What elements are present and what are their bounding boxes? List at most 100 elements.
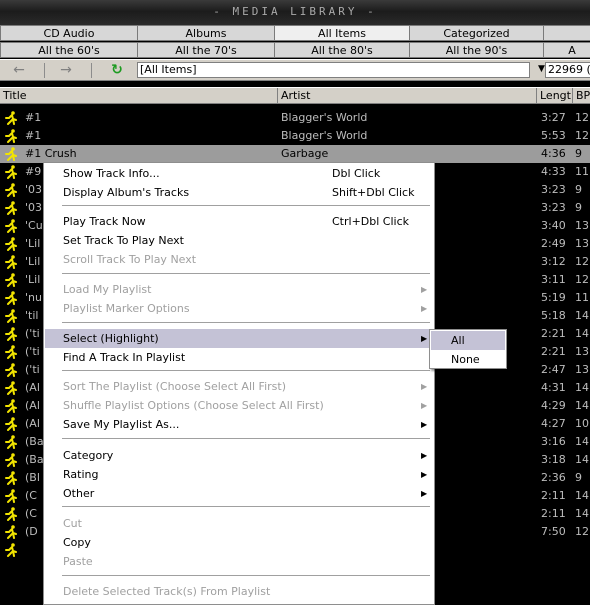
running-man-icon: [4, 489, 18, 503]
menu-item-find-a-track-in-playlist[interactable]: Find A Track In Playlist: [45, 348, 433, 367]
tab-albums[interactable]: Albums: [137, 25, 274, 41]
column-length[interactable]: Length: [537, 88, 573, 103]
track-length: 5:18: [541, 309, 566, 322]
menu-item-label: Other: [63, 487, 95, 500]
track-length: 2:36: [541, 471, 566, 484]
tab-cd-audio[interactable]: CD Audio: [0, 25, 137, 41]
track-bpm: 14: [575, 435, 589, 448]
submenu-arrow-icon: ▶: [421, 334, 428, 343]
tab-all-the-70s[interactable]: All the 70's: [137, 42, 274, 58]
running-man-icon: [4, 309, 18, 323]
track-bpm: 14: [575, 453, 589, 466]
running-man-icon: [4, 525, 18, 539]
menu-item-label: Load My Playlist: [63, 283, 152, 296]
table-row[interactable]: #1 Crush Garbage 4:36 9: [0, 145, 590, 163]
submenu-arrow-icon: ▶: [421, 304, 428, 313]
menu-item-scroll-track-to-play-next[interactable]: Scroll Track To Play Next: [45, 250, 433, 269]
item-count-field: 22969 (: [545, 62, 590, 78]
menu-item-playlist-marker-options[interactable]: Playlist Marker Options ▶: [45, 299, 433, 318]
menu-item-show-track-info[interactable]: Show Track Info... Dbl Click: [45, 164, 433, 183]
table-row[interactable]: #1 Blagger's World 3:27 12: [0, 109, 590, 127]
menu-item-other[interactable]: Other ▶: [45, 484, 433, 503]
submenu-arrow-icon: ▶: [421, 489, 428, 498]
menu-item-shortcut: Shift+Dbl Click: [332, 186, 415, 199]
menu-separator: [62, 273, 430, 274]
tab-all-the-60s[interactable]: All the 60's: [0, 42, 137, 58]
menu-item-label: Save My Playlist As...: [63, 418, 180, 431]
track-length: 3:18: [541, 453, 566, 466]
menu-item-select-highlight[interactable]: Select (Highlight) ▶: [45, 329, 433, 348]
track-bpm: 12: [575, 255, 589, 268]
back-arrow-icon[interactable]: ←: [2, 62, 36, 80]
menu-separator: [62, 322, 430, 323]
menu-item-label: Display Album's Tracks: [63, 186, 190, 199]
chevron-down-icon[interactable]: ▼: [538, 64, 545, 74]
menu-item-sort-the-playlist[interactable]: Sort The Playlist (Choose Select All Fir…: [45, 377, 433, 396]
tab-overflow-2[interactable]: A: [543, 42, 590, 58]
menu-item-cut[interactable]: Cut: [45, 514, 433, 533]
column-header: Title Artist Length BP: [0, 87, 590, 104]
track-length: 2:47: [541, 363, 566, 376]
menu-item-display-albums-tracks[interactable]: Display Album's Tracks Shift+Dbl Click: [45, 183, 433, 202]
tab-bar-secondary: All the 60's All the 70's All the 80's A…: [0, 42, 590, 59]
menu-item-load-my-playlist[interactable]: Load My Playlist ▶: [45, 280, 433, 299]
tab-all-the-80s[interactable]: All the 80's: [274, 42, 409, 58]
menu-item-label: Set Track To Play Next: [63, 234, 184, 247]
track-bpm: 11: [575, 165, 589, 178]
menu-item-label: Delete Selected Track(s) From Playlist: [63, 585, 271, 598]
track-length: 4:36: [541, 147, 566, 160]
menu-item-shortcut: Ctrl+Dbl Click: [332, 215, 410, 228]
table-row[interactable]: #1 Blagger's World 5:53 12: [0, 127, 590, 145]
forward-arrow-icon[interactable]: →: [49, 62, 83, 80]
menu-item-delete-selected-tracks[interactable]: Delete Selected Track(s) From Playlist: [45, 582, 433, 601]
tab-all-the-90s[interactable]: All the 90's: [409, 42, 543, 58]
path-field[interactable]: [All Items]: [137, 62, 530, 78]
track-bpm: 12: [575, 129, 589, 142]
track-length: 3:27: [541, 111, 566, 124]
menu-separator: [62, 205, 430, 206]
track-bpm: 11: [575, 291, 589, 304]
track-length: 3:16: [541, 435, 566, 448]
column-bpm[interactable]: BP: [573, 88, 590, 103]
menu-item-label: Shuffle Playlist Options (Choose Select …: [63, 399, 324, 412]
menu-item-category[interactable]: Category ▶: [45, 446, 433, 465]
column-title[interactable]: Title: [0, 88, 278, 103]
menu-item-set-track-to-play-next[interactable]: Set Track To Play Next: [45, 231, 433, 250]
track-bpm: 14: [575, 381, 589, 394]
running-man-icon: [4, 543, 18, 557]
track-bpm: 13: [575, 219, 589, 232]
track-length: 3:12: [541, 255, 566, 268]
submenu-item-select-none[interactable]: None: [431, 350, 505, 369]
running-man-icon: [4, 327, 18, 341]
running-man-icon: [4, 237, 18, 251]
menu-item-label: Paste: [63, 555, 93, 568]
track-artist: Blagger's World: [281, 129, 368, 142]
tab-overflow[interactable]: [543, 25, 590, 41]
submenu-arrow-icon: ▶: [421, 420, 428, 429]
track-length: 3:23: [541, 201, 566, 214]
menu-item-label: Cut: [63, 517, 82, 530]
track-bpm: 14: [575, 489, 589, 502]
track-length: 3:40: [541, 219, 566, 232]
track-bpm: 14: [575, 507, 589, 520]
column-artist[interactable]: Artist: [278, 88, 537, 103]
select-submenu: All None: [429, 329, 507, 369]
refresh-icon[interactable]: ↻: [100, 62, 134, 80]
menu-item-paste[interactable]: Paste: [45, 552, 433, 571]
submenu-arrow-icon: ▶: [421, 285, 428, 294]
track-bpm: 12: [575, 273, 589, 286]
menu-item-save-my-playlist-as[interactable]: Save My Playlist As... ▶: [45, 415, 433, 434]
tab-categorized[interactable]: Categorized: [409, 25, 543, 41]
menu-item-rating[interactable]: Rating ▶: [45, 465, 433, 484]
track-bpm: 10: [575, 417, 589, 430]
toolbar-divider: [44, 63, 45, 78]
menu-item-play-track-now[interactable]: Play Track Now Ctrl+Dbl Click: [45, 212, 433, 231]
menu-item-shuffle-playlist-options[interactable]: Shuffle Playlist Options (Choose Select …: [45, 396, 433, 415]
menu-item-copy[interactable]: Copy: [45, 533, 433, 552]
running-man-icon: [4, 363, 18, 377]
tab-all-items[interactable]: All Items: [274, 25, 409, 41]
running-man-icon: [4, 201, 18, 215]
submenu-arrow-icon: ▶: [421, 382, 428, 391]
submenu-item-select-all[interactable]: All: [431, 331, 505, 350]
running-man-icon: [4, 111, 18, 125]
